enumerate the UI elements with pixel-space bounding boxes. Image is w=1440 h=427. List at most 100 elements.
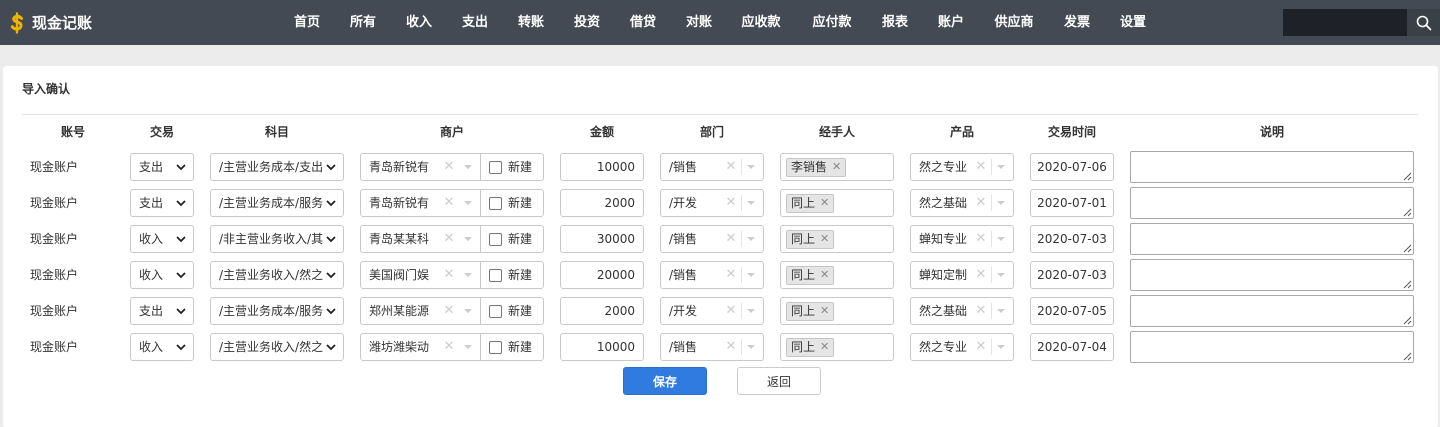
description-textarea[interactable] (1130, 223, 1414, 255)
type-select[interactable]: 支出 (130, 297, 194, 325)
amount-input[interactable]: 2000 (560, 297, 644, 325)
merchant-combo[interactable]: 青岛新锐有 ✕ 新建 (360, 189, 544, 217)
close-icon[interactable]: ✕ (725, 195, 737, 211)
description-textarea[interactable] (1130, 259, 1414, 291)
close-icon[interactable]: ✕ (443, 231, 455, 247)
amount-input[interactable]: 2000 (560, 189, 644, 217)
subject-select[interactable]: /主营业务收入/然之 (210, 261, 344, 289)
date-input[interactable]: 2020-07-03 (1030, 261, 1114, 289)
dept-combo[interactable]: /销售 ✕ (660, 333, 764, 361)
date-input[interactable]: 2020-07-04 (1030, 333, 1114, 361)
dept-combo[interactable]: /销售 ✕ (660, 225, 764, 253)
close-icon[interactable]: ✕ (725, 303, 737, 319)
nav-report[interactable]: 报表 (881, 13, 909, 33)
close-icon[interactable]: ✕ (443, 159, 455, 175)
product-combo[interactable]: 然之基础 ✕ (910, 189, 1014, 217)
close-icon[interactable]: ✕ (820, 339, 829, 355)
type-select[interactable]: 收入 (130, 333, 194, 361)
dept-combo[interactable]: /开发 ✕ (660, 189, 764, 217)
nav-suppliers[interactable]: 供应商 (993, 13, 1035, 33)
close-icon[interactable]: ✕ (725, 267, 737, 283)
description-textarea[interactable] (1130, 151, 1414, 183)
search-input[interactable] (1283, 9, 1407, 36)
amount-input[interactable]: 20000 (560, 261, 644, 289)
handler-tags[interactable]: 同上 ✕ (780, 225, 894, 253)
product-combo[interactable]: 然之基础 ✕ (910, 297, 1014, 325)
close-icon[interactable]: ✕ (975, 231, 987, 247)
nav-receivable[interactable]: 应收款 (740, 13, 782, 33)
nav-loan[interactable]: 借贷 (629, 13, 657, 33)
close-icon[interactable]: ✕ (975, 195, 987, 211)
brand[interactable]: 现金记账 (8, 11, 92, 35)
description-textarea[interactable] (1130, 331, 1414, 363)
close-icon[interactable]: ✕ (832, 159, 841, 175)
product-combo[interactable]: 然之专业 ✕ (910, 333, 1014, 361)
type-select[interactable]: 收入 (130, 261, 194, 289)
type-select[interactable]: 支出 (130, 153, 194, 181)
date-input[interactable]: 2020-07-03 (1030, 225, 1114, 253)
new-merchant-checkbox[interactable] (489, 196, 502, 210)
subject-select[interactable]: /主营业务成本/服务 (210, 189, 344, 217)
subject-select[interactable]: /主营业务成本/支出 (210, 153, 344, 181)
close-icon[interactable]: ✕ (725, 159, 737, 175)
search-button[interactable] (1407, 9, 1440, 36)
close-icon[interactable]: ✕ (820, 231, 829, 247)
new-merchant-checkbox[interactable] (489, 232, 502, 246)
back-button[interactable]: 返回 (737, 367, 821, 395)
amount-input[interactable]: 10000 (560, 153, 644, 181)
date-input[interactable]: 2020-07-01 (1030, 189, 1114, 217)
nav-all[interactable]: 所有 (349, 13, 377, 33)
handler-tags[interactable]: 同上 ✕ (780, 333, 894, 361)
product-combo[interactable]: 蝉知定制 ✕ (910, 261, 1014, 289)
subject-select[interactable]: /非主营业务收入/其 (210, 225, 344, 253)
subject-select[interactable]: /主营业务成本/服务 (210, 297, 344, 325)
close-icon[interactable]: ✕ (975, 339, 987, 355)
close-icon[interactable]: ✕ (975, 159, 987, 175)
close-icon[interactable]: ✕ (975, 267, 987, 283)
close-icon[interactable]: ✕ (725, 339, 737, 355)
nav-reconcile[interactable]: 对账 (685, 13, 713, 33)
merchant-combo[interactable]: 美国阀门娱 ✕ 新建 (360, 261, 544, 289)
close-icon[interactable]: ✕ (820, 303, 829, 319)
new-merchant-checkbox[interactable] (489, 340, 502, 354)
close-icon[interactable]: ✕ (975, 303, 987, 319)
close-icon[interactable]: ✕ (725, 231, 737, 247)
new-merchant-option[interactable]: 新建 (489, 339, 532, 355)
nav-transfer[interactable]: 转账 (517, 13, 545, 33)
new-merchant-checkbox[interactable] (489, 304, 502, 318)
description-textarea[interactable] (1130, 187, 1414, 219)
amount-input[interactable]: 10000 (560, 333, 644, 361)
handler-tags[interactable]: 同上 ✕ (780, 261, 894, 289)
handler-tags[interactable]: 李销售 ✕ (780, 153, 894, 181)
subject-select[interactable]: /主营业务收入/然之 (210, 333, 344, 361)
merchant-combo[interactable]: 潍坊潍柴动 ✕ 新建 (360, 333, 544, 361)
date-input[interactable]: 2020-07-05 (1030, 297, 1114, 325)
handler-tags[interactable]: 同上 ✕ (780, 189, 894, 217)
amount-input[interactable]: 30000 (560, 225, 644, 253)
close-icon[interactable]: ✕ (820, 195, 829, 211)
new-merchant-option[interactable]: 新建 (489, 159, 532, 175)
merchant-combo[interactable]: 郑州某能源 ✕ 新建 (360, 297, 544, 325)
nav-invoice[interactable]: 发票 (1063, 13, 1091, 33)
merchant-combo[interactable]: 青岛新锐有 ✕ 新建 (360, 153, 544, 181)
new-merchant-option[interactable]: 新建 (489, 195, 532, 211)
date-input[interactable]: 2020-07-06 (1030, 153, 1114, 181)
handler-tags[interactable]: 同上 ✕ (780, 297, 894, 325)
description-textarea[interactable] (1130, 295, 1414, 327)
close-icon[interactable]: ✕ (443, 195, 455, 211)
nav-invest[interactable]: 投资 (573, 13, 601, 33)
close-icon[interactable]: ✕ (443, 303, 455, 319)
nav-accounts[interactable]: 账户 (937, 13, 965, 33)
new-merchant-option[interactable]: 新建 (489, 303, 532, 319)
close-icon[interactable]: ✕ (443, 267, 455, 283)
product-combo[interactable]: 蝉知专业 ✕ (910, 225, 1014, 253)
new-merchant-option[interactable]: 新建 (489, 267, 532, 283)
close-icon[interactable]: ✕ (443, 339, 455, 355)
new-merchant-checkbox[interactable] (489, 268, 502, 282)
type-select[interactable]: 收入 (130, 225, 194, 253)
dept-combo[interactable]: /开发 ✕ (660, 297, 764, 325)
product-combo[interactable]: 然之专业 ✕ (910, 153, 1014, 181)
merchant-combo[interactable]: 青岛某某科 ✕ 新建 (360, 225, 544, 253)
save-button[interactable]: 保存 (623, 367, 707, 395)
new-merchant-checkbox[interactable] (489, 160, 502, 174)
